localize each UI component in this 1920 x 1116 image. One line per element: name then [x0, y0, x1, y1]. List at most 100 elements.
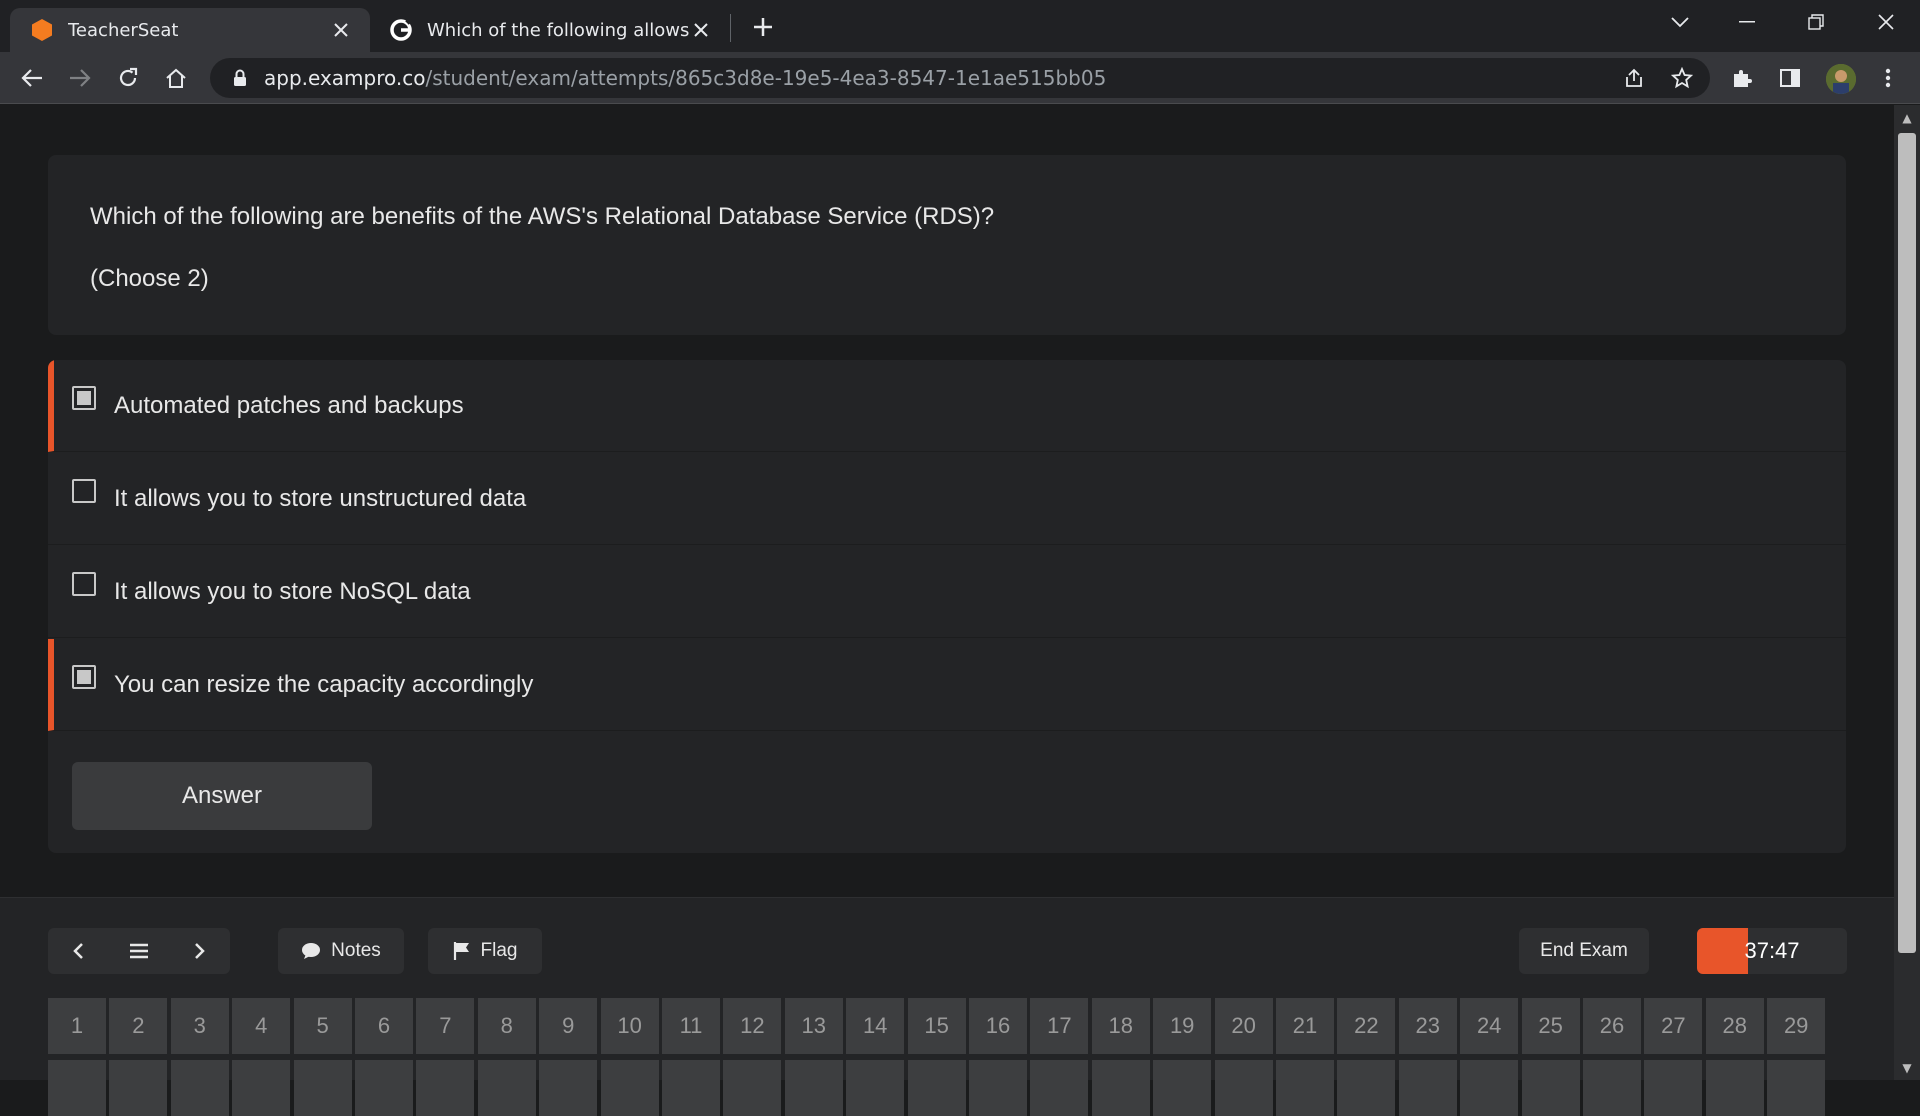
- question-number-button[interactable]: 19: [1153, 998, 1212, 1054]
- option-3[interactable]: It allows you to store NoSQL data: [48, 546, 1846, 638]
- end-exam-button[interactable]: End Exam: [1519, 928, 1649, 974]
- question-number-button[interactable]: 24: [1460, 998, 1519, 1054]
- question-number-button[interactable]: [109, 1060, 168, 1116]
- close-tab-icon[interactable]: [690, 19, 712, 41]
- question-list-icon[interactable]: [119, 931, 159, 971]
- tab-teacherseat[interactable]: TeacherSeat: [10, 8, 370, 52]
- extensions-icon[interactable]: [1726, 62, 1758, 94]
- option-2[interactable]: It allows you to store unstructured data: [48, 453, 1846, 545]
- question-number-button[interactable]: [232, 1060, 291, 1116]
- question-number-button[interactable]: 5: [293, 998, 352, 1054]
- question-number-button[interactable]: [846, 1060, 905, 1116]
- checkbox-checked[interactable]: [72, 386, 96, 410]
- question-number-button[interactable]: [600, 1060, 659, 1116]
- question-text: Which of the following are benefits of t…: [90, 203, 995, 230]
- checkbox-unchecked[interactable]: [72, 479, 96, 503]
- checkbox-checked[interactable]: [72, 665, 96, 689]
- question-number-button[interactable]: 8: [477, 998, 536, 1054]
- question-number-button[interactable]: 29: [1767, 998, 1826, 1054]
- question-number-button[interactable]: 20: [1214, 998, 1273, 1054]
- question-number-button[interactable]: 6: [355, 998, 413, 1054]
- question-number-button[interactable]: [723, 1060, 782, 1116]
- question-number-button[interactable]: 9: [539, 998, 598, 1054]
- question-number-button[interactable]: [416, 1060, 475, 1116]
- question-number-button[interactable]: 23: [1398, 998, 1457, 1054]
- question-number-button[interactable]: [907, 1060, 966, 1116]
- exam-footer: Notes Flag End Exam 37:47 1 2 3 4 5 6 7 8 9 10 11 1…: [0, 897, 1894, 1116]
- new-tab-icon[interactable]: [748, 12, 778, 42]
- side-panel-icon[interactable]: [1774, 62, 1806, 94]
- question-number-button[interactable]: [1460, 1060, 1519, 1116]
- previous-question-icon[interactable]: [58, 931, 98, 971]
- question-number-button[interactable]: [1521, 1060, 1580, 1116]
- question-number-button[interactable]: 3: [170, 998, 229, 1054]
- close-window-icon[interactable]: [1866, 6, 1906, 38]
- question-number-button[interactable]: 13: [784, 998, 843, 1054]
- question-number-button[interactable]: 16: [969, 998, 1027, 1054]
- option-4[interactable]: You can resize the capacity accordingly: [48, 639, 1846, 731]
- profile-avatar[interactable]: [1826, 64, 1856, 94]
- question-number-button[interactable]: 17: [1030, 998, 1089, 1054]
- question-number-button[interactable]: [477, 1060, 536, 1116]
- question-number-button[interactable]: 4: [232, 998, 291, 1054]
- question-number-button[interactable]: [1767, 1060, 1826, 1116]
- restore-icon[interactable]: [1796, 6, 1836, 38]
- question-number-button[interactable]: [969, 1060, 1027, 1116]
- tab-search[interactable]: Which of the following allows yo: [375, 8, 730, 52]
- question-number-button[interactable]: 21: [1276, 998, 1334, 1054]
- home-icon[interactable]: [160, 62, 192, 94]
- question-number-button[interactable]: [784, 1060, 843, 1116]
- address-bar[interactable]: app.exampro.co/student/exam/attempts/865…: [210, 58, 1710, 98]
- option-label: You can resize the capacity accordingly: [114, 670, 534, 698]
- question-number-button[interactable]: [1398, 1060, 1457, 1116]
- question-number-button[interactable]: 10: [600, 998, 659, 1054]
- question-number-button[interactable]: [1091, 1060, 1150, 1116]
- question-number-button[interactable]: [1705, 1060, 1764, 1116]
- question-number-button[interactable]: [1276, 1060, 1334, 1116]
- tab-search-dropdown-icon[interactable]: [1660, 6, 1700, 38]
- notes-button[interactable]: Notes: [278, 928, 404, 974]
- forward-icon[interactable]: [64, 62, 96, 94]
- option-1[interactable]: Automated patches and backups: [48, 360, 1846, 452]
- question-number-button[interactable]: 1: [48, 998, 106, 1054]
- question-number-button[interactable]: [1583, 1060, 1641, 1116]
- question-number-button[interactable]: [1030, 1060, 1089, 1116]
- bookmark-star-icon[interactable]: [1666, 62, 1698, 94]
- checkbox-unchecked[interactable]: [72, 572, 96, 596]
- back-icon[interactable]: [16, 62, 48, 94]
- minimize-icon[interactable]: [1727, 6, 1767, 38]
- menu-kebab-icon[interactable]: [1872, 62, 1904, 94]
- question-number-button[interactable]: 11: [662, 998, 720, 1054]
- scroll-down-icon[interactable]: ▼: [1894, 1057, 1920, 1079]
- share-icon[interactable]: [1618, 62, 1650, 94]
- scroll-thumb[interactable]: [1898, 133, 1916, 953]
- question-number-button[interactable]: 18: [1091, 998, 1150, 1054]
- flag-button[interactable]: Flag: [428, 928, 542, 974]
- close-tab-icon[interactable]: [330, 19, 352, 41]
- question-number-button[interactable]: 27: [1644, 998, 1703, 1054]
- question-number-button[interactable]: 14: [846, 998, 905, 1054]
- question-number-button[interactable]: 28: [1705, 998, 1764, 1054]
- question-number-button[interactable]: 2: [109, 998, 168, 1054]
- question-number-button[interactable]: 12: [723, 998, 782, 1054]
- question-number-button[interactable]: 25: [1521, 998, 1580, 1054]
- question-number-button[interactable]: 7: [416, 998, 475, 1054]
- question-number-button[interactable]: [48, 1060, 106, 1116]
- question-number-button[interactable]: [539, 1060, 598, 1116]
- answer-button[interactable]: Answer: [72, 762, 372, 830]
- question-number-button[interactable]: [170, 1060, 229, 1116]
- question-number-button[interactable]: 15: [907, 998, 966, 1054]
- question-number-button[interactable]: [1214, 1060, 1273, 1116]
- page-scrollbar[interactable]: ▲ ▼: [1894, 105, 1920, 1080]
- question-number-button[interactable]: [1337, 1060, 1396, 1116]
- next-question-icon[interactable]: [180, 931, 220, 971]
- question-number-button[interactable]: 26: [1583, 998, 1641, 1054]
- question-number-button[interactable]: [1644, 1060, 1703, 1116]
- question-number-button[interactable]: [293, 1060, 352, 1116]
- question-number-button[interactable]: [355, 1060, 413, 1116]
- question-number-button[interactable]: [1153, 1060, 1212, 1116]
- reload-icon[interactable]: [112, 62, 144, 94]
- scroll-up-icon[interactable]: ▲: [1894, 107, 1920, 129]
- question-number-button[interactable]: [662, 1060, 720, 1116]
- question-number-button[interactable]: 22: [1337, 998, 1396, 1054]
